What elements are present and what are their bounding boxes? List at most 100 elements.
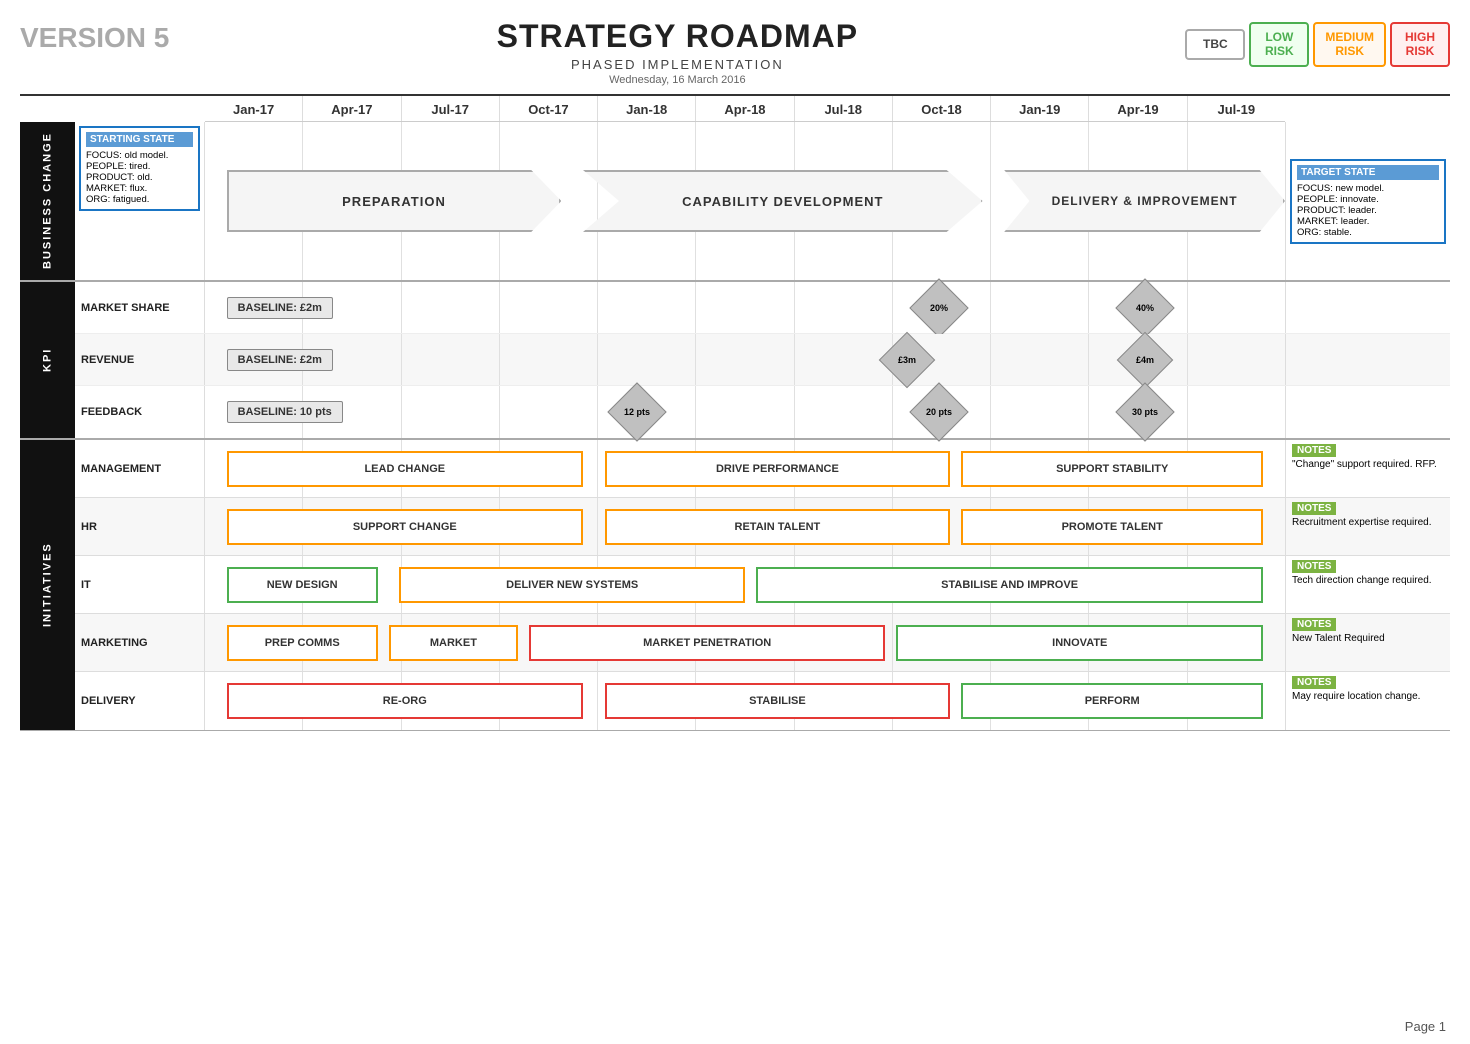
initiative-delivery-row: DELIVERY RE-ORG STABILISE PERFORM NOTES … [75,672,1450,730]
kpi-section-label: KPI [20,282,75,438]
timeline-jan18: Jan-18 [598,96,696,121]
it-stabilise-improve: STABILISE AND IMPROVE [756,567,1264,603]
date-label: Wednesday, 16 March 2016 [169,74,1185,86]
timeline-jul17: Jul-17 [402,96,500,121]
mkt-notes-badge: NOTES [1292,618,1336,631]
mkt-market: MARKET [389,625,519,661]
hr-content: SUPPORT CHANGE RETAIN TALENT PROMOTE TAL… [205,498,1285,555]
it-notes: NOTES Tech direction change required. [1285,556,1450,613]
fb-diamond-12: 12 pts [607,382,666,441]
it-content: NEW DESIGN DELIVER NEW SYSTEMS STABILISE… [205,556,1285,613]
bc-starting-state-cell: STARTING STATE FOCUS: old model. PEOPLE:… [75,122,205,280]
kpi-feedback-label: FEEDBACK [75,386,205,438]
timeline-jan17: Jan-17 [205,96,303,121]
delivery-content: RE-ORG STABILISE PERFORM [205,672,1285,730]
starting-state-line1: FOCUS: old model. [86,150,193,161]
fb-diamond-20: 20 pts [910,382,969,441]
it-notes-badge: NOTES [1292,560,1336,573]
delivery-stabilise: STABILISE [605,683,951,719]
header-center: STRATEGY ROADMAP PHASED IMPLEMENTATION W… [169,18,1185,86]
initiatives-rows: MANAGEMENT LEAD CHANGE DRIVE PERFORMANCE… [75,440,1450,730]
risk-medium: MEDIUMRISK [1313,22,1386,67]
phase-delivery: DELIVERY & IMPROVEMENT [1004,170,1285,232]
rev-diamond-3m: £3m [879,331,936,388]
page-container: VERSION 5 STRATEGY ROADMAP PHASED IMPLEM… [0,0,1470,1044]
starting-state-line5: ORG: fatigued. [86,194,193,205]
hr-notes-badge: NOTES [1292,502,1336,515]
timeline-oct18: Oct-18 [893,96,991,121]
timeline-apr19: Apr-19 [1089,96,1187,121]
target-state-line5: ORG: stable. [1297,227,1439,238]
timeline-apr17: Apr-17 [303,96,401,121]
kpi-ms-notes [1285,282,1450,333]
main-title: STRATEGY ROADMAP [169,18,1185,55]
kpi-revenue-label: REVENUE [75,334,205,385]
it-deliver-new-systems: DELIVER NEW SYSTEMS [399,567,745,603]
initiatives-section: INITIATIVES MANAGEMENT LEAD CHANGE DRIVE… [20,440,1450,731]
mkt-notes: NOTES New Talent Required [1285,614,1450,671]
phase-preparation: PREPARATION [227,170,562,232]
initiative-it-row: IT NEW DESIGN DELIVER NEW SYSTEMS STABIL… [75,556,1450,614]
target-state-line1: FOCUS: new model. [1297,183,1439,194]
mkt-innovate: INNOVATE [896,625,1263,661]
kpi-section: KPI MARKET SHARE BASELINE: £2m 20% [20,282,1450,440]
timeline-jul19: Jul-19 [1188,96,1285,121]
delivery-reorg: RE-ORG [227,683,583,719]
hr-label: HR [75,498,205,555]
rev-diamond-4m: £4m [1116,331,1173,388]
mgmt-notes-text: "Change" support required. RFP. [1292,459,1437,470]
it-new-design: NEW DESIGN [227,567,378,603]
mgmt-support-stability: SUPPORT STABILITY [961,451,1263,487]
mgmt-notes-badge: NOTES [1292,444,1336,457]
sub-title: PHASED IMPLEMENTATION [169,57,1185,72]
kpi-revenue-content: BASELINE: £2m £3m £4m [205,334,1285,385]
timeline-cells: Jan-17 Apr-17 Jul-17 Oct-17 Jan-18 Apr-1… [205,96,1285,122]
header: VERSION 5 STRATEGY ROADMAP PHASED IMPLEM… [20,18,1450,86]
mgmt-lead-change: LEAD CHANGE [227,451,583,487]
kpi-revenue-row: REVENUE BASELINE: £2m £3m £4m [75,334,1450,386]
mgmt-content: LEAD CHANGE DRIVE PERFORMANCE SUPPORT ST… [205,440,1285,497]
ms-diamond-20: 20% [910,278,969,337]
delivery-label: DELIVERY [75,672,205,730]
it-notes-text: Tech direction change required. [1292,575,1432,586]
mkt-notes-text: New Talent Required [1292,633,1385,644]
delivery-perform: PERFORM [961,683,1263,719]
timeline-apr18: Apr-18 [696,96,794,121]
hr-retain-talent: RETAIN TALENT [605,509,951,545]
mkt-market-penetration: MARKET PENETRATION [529,625,885,661]
page-number: Page 1 [1405,1019,1446,1034]
delivery-notes-text: May require location change. [1292,691,1420,702]
mgmt-label: MANAGEMENT [75,440,205,497]
hr-support-change: SUPPORT CHANGE [227,509,583,545]
mgmt-notes: NOTES "Change" support required. RFP. [1285,440,1450,497]
kpi-feedback-content: BASELINE: 10 pts 12 pts 20 pts 30 pts [205,386,1285,438]
starting-state-line3: PRODUCT: old. [86,172,193,183]
kpi-rows: MARKET SHARE BASELINE: £2m 20% 40% [75,282,1450,438]
starting-state-line2: PEOPLE: tired. [86,161,193,172]
kpi-market-share-row: MARKET SHARE BASELINE: £2m 20% 40% [75,282,1450,334]
target-state-line4: MARKET: leader. [1297,216,1439,227]
bc-section-label: BUSINESS CHANGE [20,122,75,280]
rev-baseline: BASELINE: £2m [227,349,333,371]
ms-diamond-40: 40% [1115,278,1174,337]
initiative-hr-row: HR SUPPORT CHANGE RETAIN TALENT PROMOTE … [75,498,1450,556]
business-change-section: BUSINESS CHANGE STARTING STATE FOCUS: ol… [20,122,1450,282]
initiatives-section-label: INITIATIVES [20,440,75,730]
marketing-content: PREP COMMS MARKET MARKET PENETRATION INN… [205,614,1285,671]
delivery-notes: NOTES May require location change. [1285,672,1450,730]
target-state-line2: PEOPLE: innovate. [1297,194,1439,205]
risk-low: LOWRISK [1249,22,1309,67]
initiative-marketing-row: MARKETING PREP COMMS MARKET MARKET PENET… [75,614,1450,672]
starting-state-box: STARTING STATE FOCUS: old model. PEOPLE:… [79,126,200,211]
hr-notes: NOTES Recruitment expertise required. [1285,498,1450,555]
ms-baseline: BASELINE: £2m [227,297,333,319]
timeline-header-row: Jan-17 Apr-17 Jul-17 Oct-17 Jan-18 Apr-1… [20,96,1450,122]
risk-tbc: TBC [1185,29,1245,59]
timeline-jan19: Jan-19 [991,96,1089,121]
fb-baseline: BASELINE: 10 pts [227,401,343,423]
marketing-label: MARKETING [75,614,205,671]
mgmt-drive-performance: DRIVE PERFORMANCE [605,451,951,487]
it-label: IT [75,556,205,613]
kpi-market-share-label: MARKET SHARE [75,282,205,333]
risk-badges: TBC LOWRISK MEDIUMRISK HIGHRISK [1185,22,1450,67]
